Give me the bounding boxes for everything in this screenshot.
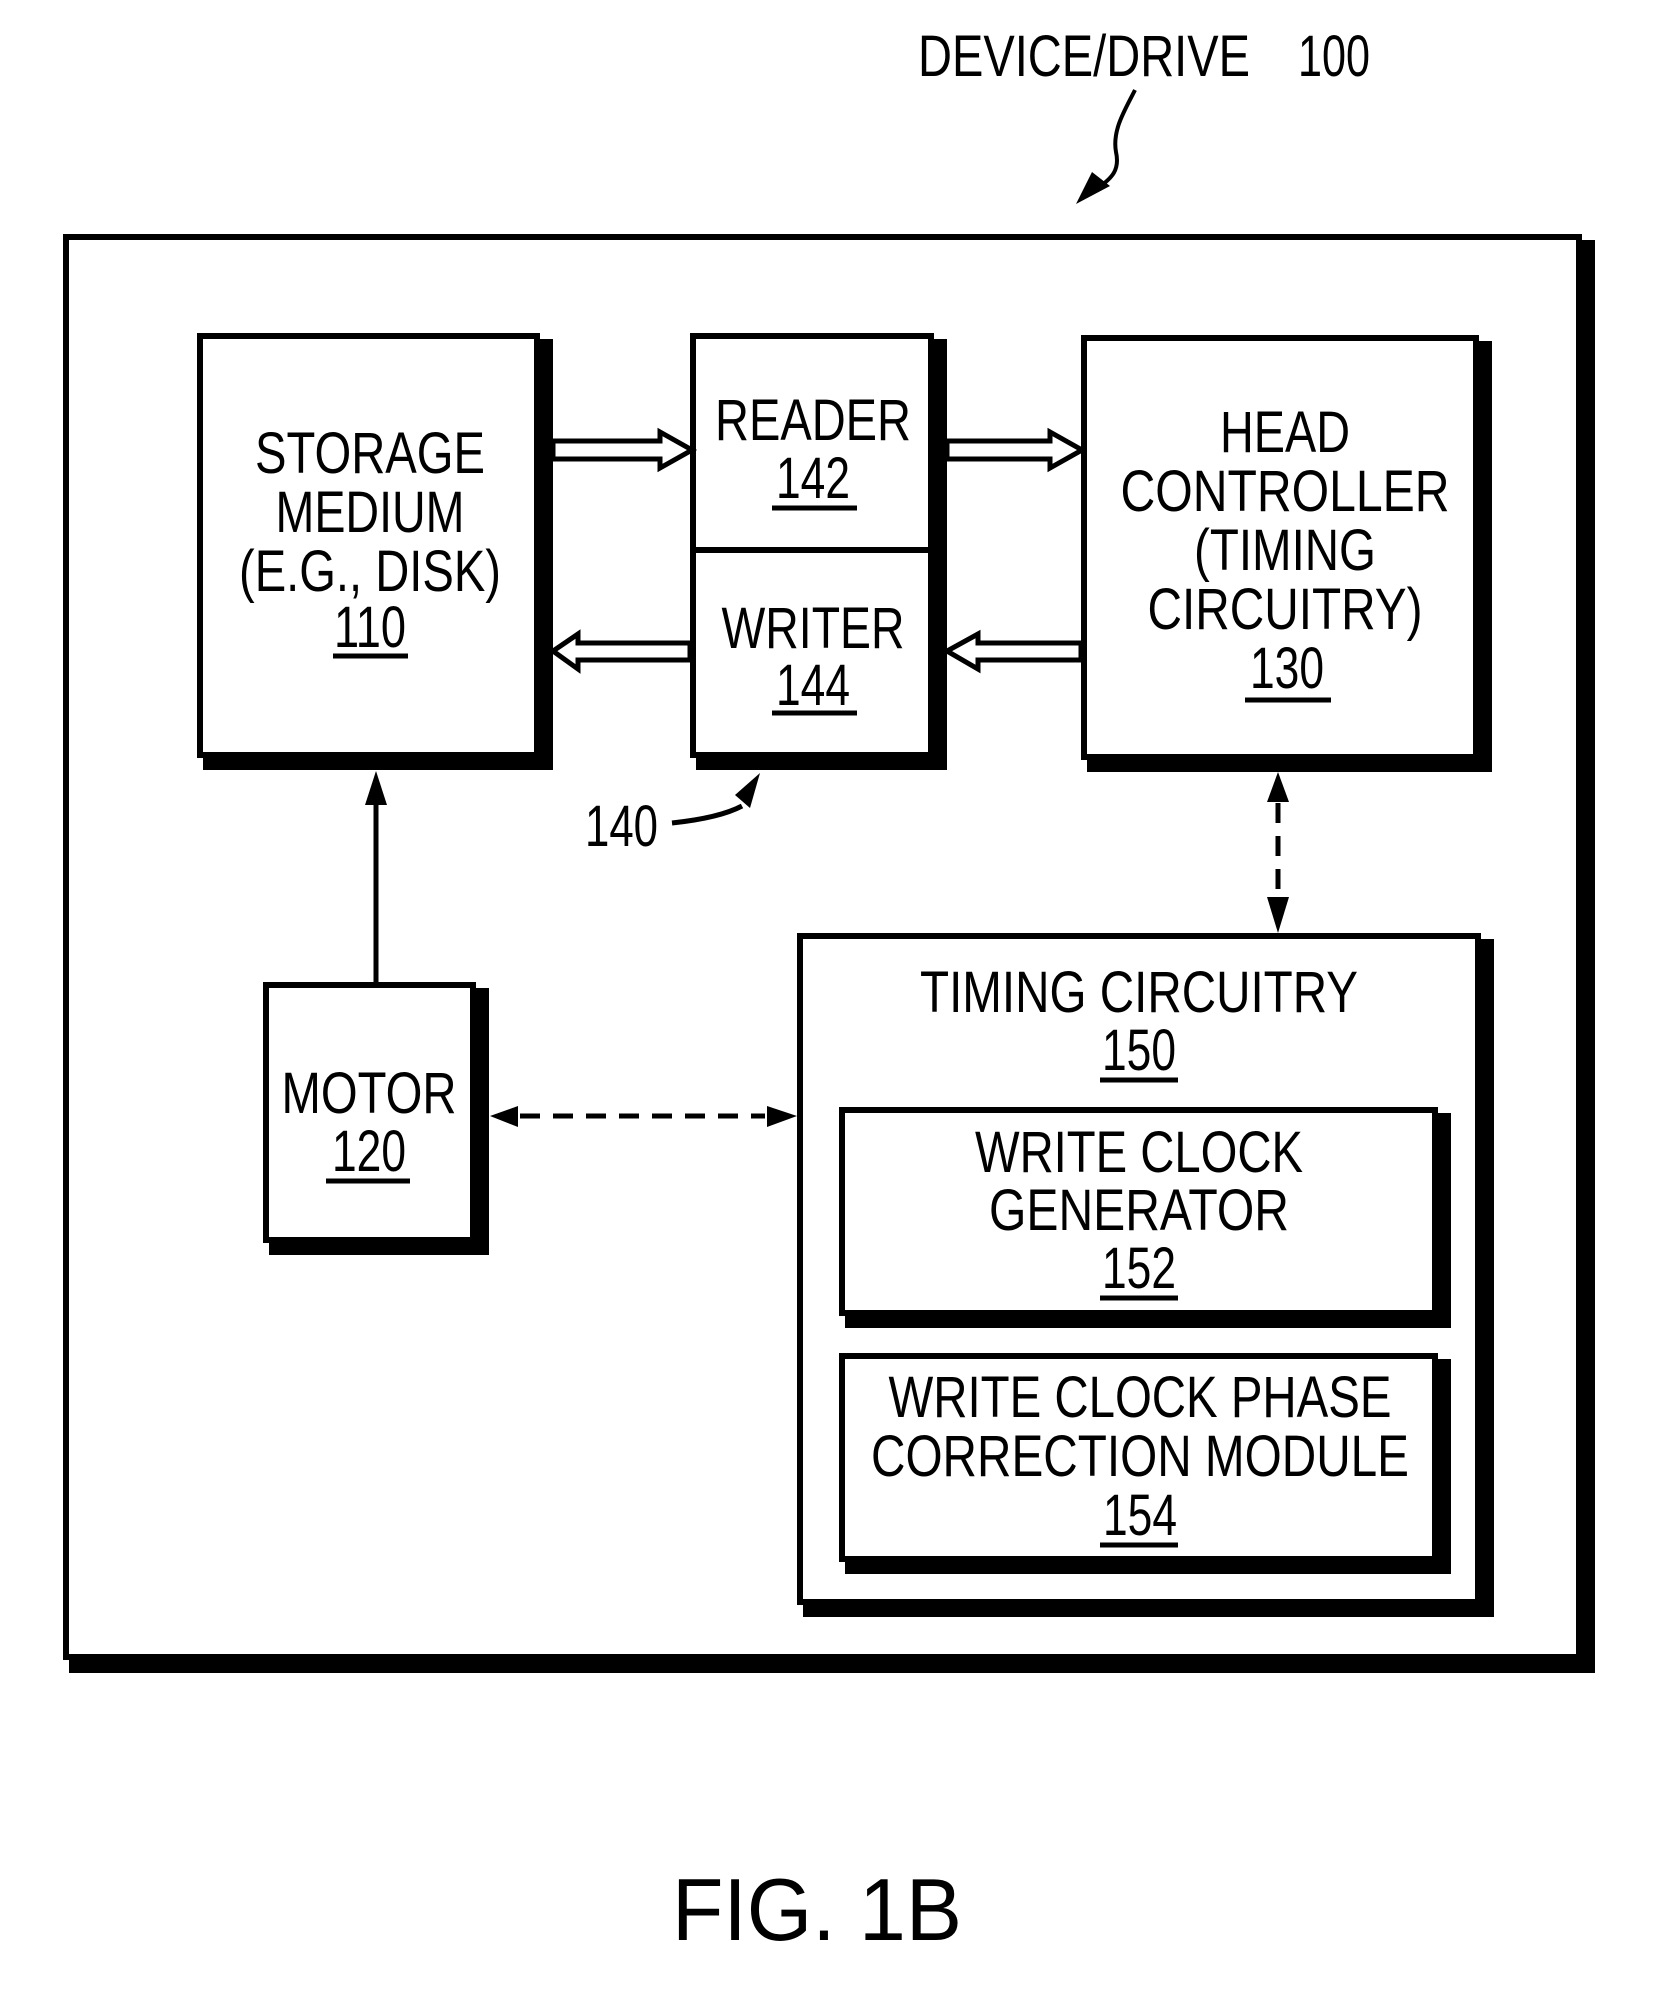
head-controller-label-line-4: CIRCUITRY) [1148,577,1423,642]
head-controller-label-line-3: (TIMING [1194,518,1376,583]
storage-medium-block[interactable]: STORAGE MEDIUM (E.G., DISK) 110 [197,333,553,770]
reader-writer-divider [696,547,934,553]
writer-label: WRITER [722,596,905,661]
phase-correction-label-line-1: WRITE CLOCK PHASE [889,1365,1392,1430]
head-controller-block[interactable]: HEAD CONTROLLER (TIMING CIRCUITRY) 130 [1081,335,1492,772]
head-controller-label-line-1: HEAD [1220,400,1350,465]
write-clock-generator-block[interactable]: WRITE CLOCK GENERATOR 152 [839,1107,1451,1328]
device-label-text: DEVICE/DRIVE [918,24,1250,89]
timing-circuitry-ref-number: 150 [1102,1018,1176,1083]
write-clock-generator-ref-number: 152 [1102,1236,1176,1301]
reader-ref-number: 142 [776,446,850,511]
write-clock-generator-label-line-2: GENERATOR [989,1178,1289,1243]
storage-medium-label-line-1: STORAGE [255,421,485,486]
storage-medium-label-line-2: MEDIUM [276,480,465,545]
figure-caption: FIG. 1B [672,1860,962,1959]
device-label: DEVICE/DRIVE 100 [918,24,1370,89]
read-write-head-ref-number: 140 [585,794,658,859]
device-pointer-arrow-icon [1076,89,1137,204]
write-clock-generator-label-line-1: WRITE CLOCK [975,1120,1303,1185]
storage-medium-ref-number: 110 [334,595,406,660]
writer-ref-number: 144 [776,653,850,718]
device-ref-number: 100 [1298,24,1370,89]
timing-circuitry-label: TIMING CIRCUITRY [920,960,1358,1025]
reader-label: READER [715,388,911,453]
read-write-head-block: READER 142 WRITER 144 [690,333,947,770]
motor-ref-number: 120 [332,1119,406,1184]
phase-correction-ref-number: 154 [1103,1483,1177,1548]
head-controller-label-line-2: CONTROLLER [1121,459,1450,524]
phase-correction-label-line-2: CORRECTION MODULE [871,1424,1409,1489]
phase-correction-module-block[interactable]: WRITE CLOCK PHASE CORRECTION MODULE 154 [839,1353,1451,1574]
head-controller-ref-number: 130 [1250,636,1324,701]
motor-block[interactable]: MOTOR 120 [263,982,489,1255]
motor-label: MOTOR [282,1061,457,1126]
block-diagram: DEVICE/DRIVE 100 STORAGE MEDIUM (E.G., D… [63,24,1595,1959]
